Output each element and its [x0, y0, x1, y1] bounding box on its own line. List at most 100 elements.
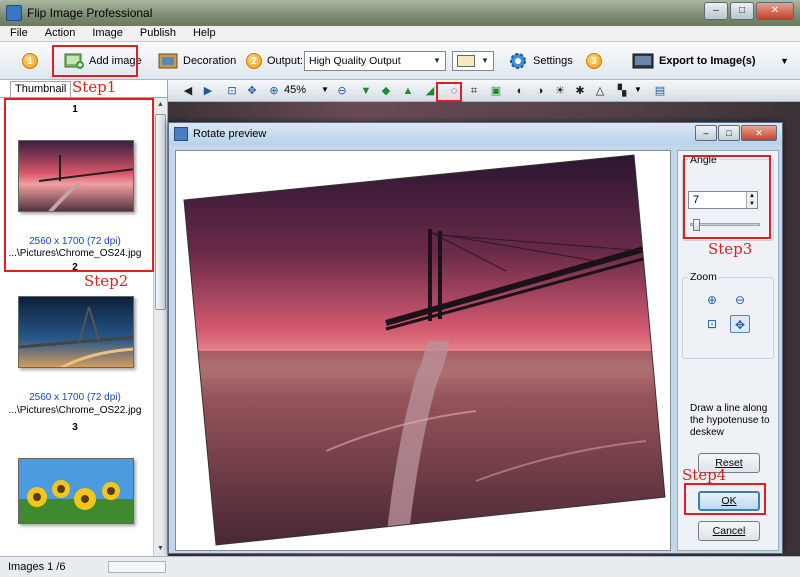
effects-icon[interactable]: ▚	[614, 83, 630, 99]
maximize-button[interactable]: □	[730, 2, 754, 20]
cancel-button[interactable]: Cancel	[698, 521, 760, 541]
rotate-left-icon[interactable]: ▲	[400, 83, 416, 99]
angle-spinner[interactable]: ▲ ▼	[746, 192, 757, 208]
thumbnail-path: ...\Pictures\Chrome_OS22.jpg	[8, 405, 142, 416]
menu-image[interactable]: Image	[82, 26, 130, 39]
status-progress	[108, 561, 166, 573]
actual-size-icon[interactable]: ✥	[730, 315, 750, 333]
next-page-icon[interactable]: ▶	[200, 83, 216, 99]
sharpen-icon[interactable]: ✱	[572, 83, 588, 99]
actual-size-icon[interactable]: ✥	[244, 83, 260, 99]
output-label: Output:	[267, 55, 304, 67]
zoom-out-icon[interactable]: ⊖	[334, 83, 350, 99]
thumbnail-path: ...\Pictures\Chrome_OS24.jpg	[8, 248, 142, 259]
ok-label: OK	[721, 495, 737, 507]
status-bar: Images 1 /6	[0, 556, 800, 577]
angle-value: 7	[693, 194, 700, 206]
zoom-in-icon[interactable]: ⊕	[266, 83, 282, 99]
decoration-label: Decoration	[183, 55, 237, 67]
rotate-preview-canvas[interactable]	[175, 150, 671, 551]
close-button[interactable]: ✕	[756, 2, 794, 20]
step3-number-icon: 3	[586, 53, 602, 69]
dialog-minimize-button[interactable]: –	[695, 125, 717, 141]
brightness-icon[interactable]: ☀	[552, 83, 568, 99]
fit-icon[interactable]: ⊡	[224, 83, 240, 99]
thumbnail-dimensions: 2560 x 1700 (72 dpi)	[29, 236, 121, 247]
dialog-icon	[174, 127, 188, 141]
angle-label: Angle	[688, 154, 719, 166]
export-label: Export to Image(s)	[659, 55, 756, 67]
contrast-icon[interactable]: ◐	[512, 83, 528, 99]
decoration-icon	[158, 53, 178, 69]
clipboard-icon[interactable]: ▤	[652, 83, 668, 99]
step2-annotation: Step2	[84, 272, 129, 290]
rotated-photo	[183, 154, 666, 546]
tab-thumbnail[interactable]: Thumbnail	[10, 81, 72, 97]
scroll-up-icon[interactable]: ▲	[154, 98, 167, 112]
thumbnail-dimensions: 2560 x 1700 (72 dpi)	[29, 392, 121, 403]
crop-icon[interactable]: ⌗	[466, 83, 482, 99]
ok-button[interactable]: OK	[698, 491, 760, 511]
toolbar-overflow-icon[interactable]: ▼	[780, 56, 789, 66]
step4-annotation: Step4	[682, 466, 727, 484]
settings-label: Settings	[533, 55, 573, 67]
angle-input[interactable]: 7 ▲ ▼	[688, 191, 758, 209]
chevron-down-icon[interactable]: ▼	[321, 85, 329, 94]
decoration-button[interactable]: Decoration	[158, 48, 236, 74]
chevron-down-icon: ▼	[481, 56, 489, 65]
rotate-right-icon[interactable]: ◢	[422, 83, 438, 99]
thumbnail-panel: Thumbnail ▲ ▼ 1 2560 x 1700 (72 dpi) ...…	[0, 80, 168, 556]
minimize-button[interactable]: –	[704, 2, 728, 20]
app-icon	[6, 5, 22, 21]
zoom-label: Zoom	[688, 271, 719, 283]
resize-icon[interactable]: ▣	[488, 83, 504, 99]
zoom-level[interactable]: 45%	[284, 84, 306, 96]
dialog-maximize-button[interactable]: □	[718, 125, 740, 141]
zoom-out-icon[interactable]: ⊖	[730, 291, 750, 309]
menu-help[interactable]: Help	[183, 26, 223, 39]
window-title: Flip Image Professional	[27, 6, 153, 20]
settings-button[interactable]: Settings	[508, 48, 573, 74]
step1-number-icon: 1	[22, 53, 38, 69]
levels-icon[interactable]: △	[592, 83, 608, 99]
add-image-icon	[64, 53, 84, 69]
add-image-label: Add image	[89, 55, 142, 67]
dialog-title: Rotate preview	[193, 128, 267, 140]
dialog-title-bar: Rotate preview – □ ✕	[169, 123, 782, 145]
title-bar: Flip Image Professional – □ ✕	[0, 0, 800, 26]
fit-window-icon[interactable]: ⊡	[702, 315, 722, 333]
chevron-down-icon: ▼	[433, 56, 441, 65]
menu-file[interactable]: File	[0, 26, 35, 39]
gear-icon	[510, 53, 526, 69]
image-toolbar: ◀ ▶ ⊡ ✥ ⊕ 45% ▼ ⊖ ▼ ◆ ▲ ◢ ◌ ⌗ ▣ ◐ ◑ ☀ ✱ …	[168, 80, 800, 102]
step3-annotation: Step3	[708, 240, 753, 258]
scroll-down-icon[interactable]: ▼	[154, 542, 167, 556]
menu-publish[interactable]: Publish	[130, 26, 183, 39]
add-image-button[interactable]: Add image	[64, 48, 142, 74]
flip-horizontal-icon[interactable]: ◆	[378, 83, 394, 99]
cancel-label: Cancel	[712, 525, 746, 537]
dialog-close-button[interactable]: ✕	[741, 125, 777, 141]
output-select[interactable]: High Quality Output ▼	[304, 51, 446, 71]
prev-page-icon[interactable]: ◀	[180, 83, 196, 99]
thumbnail-image	[18, 140, 134, 212]
frame-color-select[interactable]: ▼	[452, 51, 494, 71]
rotate-icon[interactable]: ◌	[446, 83, 462, 99]
main-toolbar: 1 Add image Decoration 2 Output: High Qu…	[0, 42, 800, 80]
thumbnail-image	[18, 296, 134, 368]
frame-swatch-icon	[457, 55, 475, 67]
angle-slider-thumb[interactable]	[692, 219, 700, 231]
rotate-settings-panel: Angle 7 ▲ ▼ Zoom ⊕ ⊖ ⊡ ✥ Draw a line alon…	[677, 150, 779, 551]
rotate-preview-dialog: Rotate preview – □ ✕ Angle 7 ▲ ▼ Zoom ⊕ …	[168, 122, 783, 554]
export-button[interactable]: Export to Image(s)	[632, 48, 756, 74]
flip-vertical-icon[interactable]: ▼	[358, 83, 374, 99]
zoom-in-icon[interactable]: ⊕	[702, 291, 722, 309]
scroll-thumb[interactable]	[155, 114, 166, 310]
deskew-hint: Draw a line along the hypotenuse to desk…	[690, 403, 770, 438]
step1-annotation: Step1	[72, 78, 117, 96]
angle-slider[interactable]	[690, 223, 760, 226]
chevron-down-icon[interactable]: ▼	[634, 85, 642, 94]
menu-action[interactable]: Action	[35, 26, 83, 39]
invert-icon[interactable]: ◑	[532, 83, 548, 99]
thumbnail-scrollbar[interactable]: ▲ ▼	[153, 98, 167, 556]
